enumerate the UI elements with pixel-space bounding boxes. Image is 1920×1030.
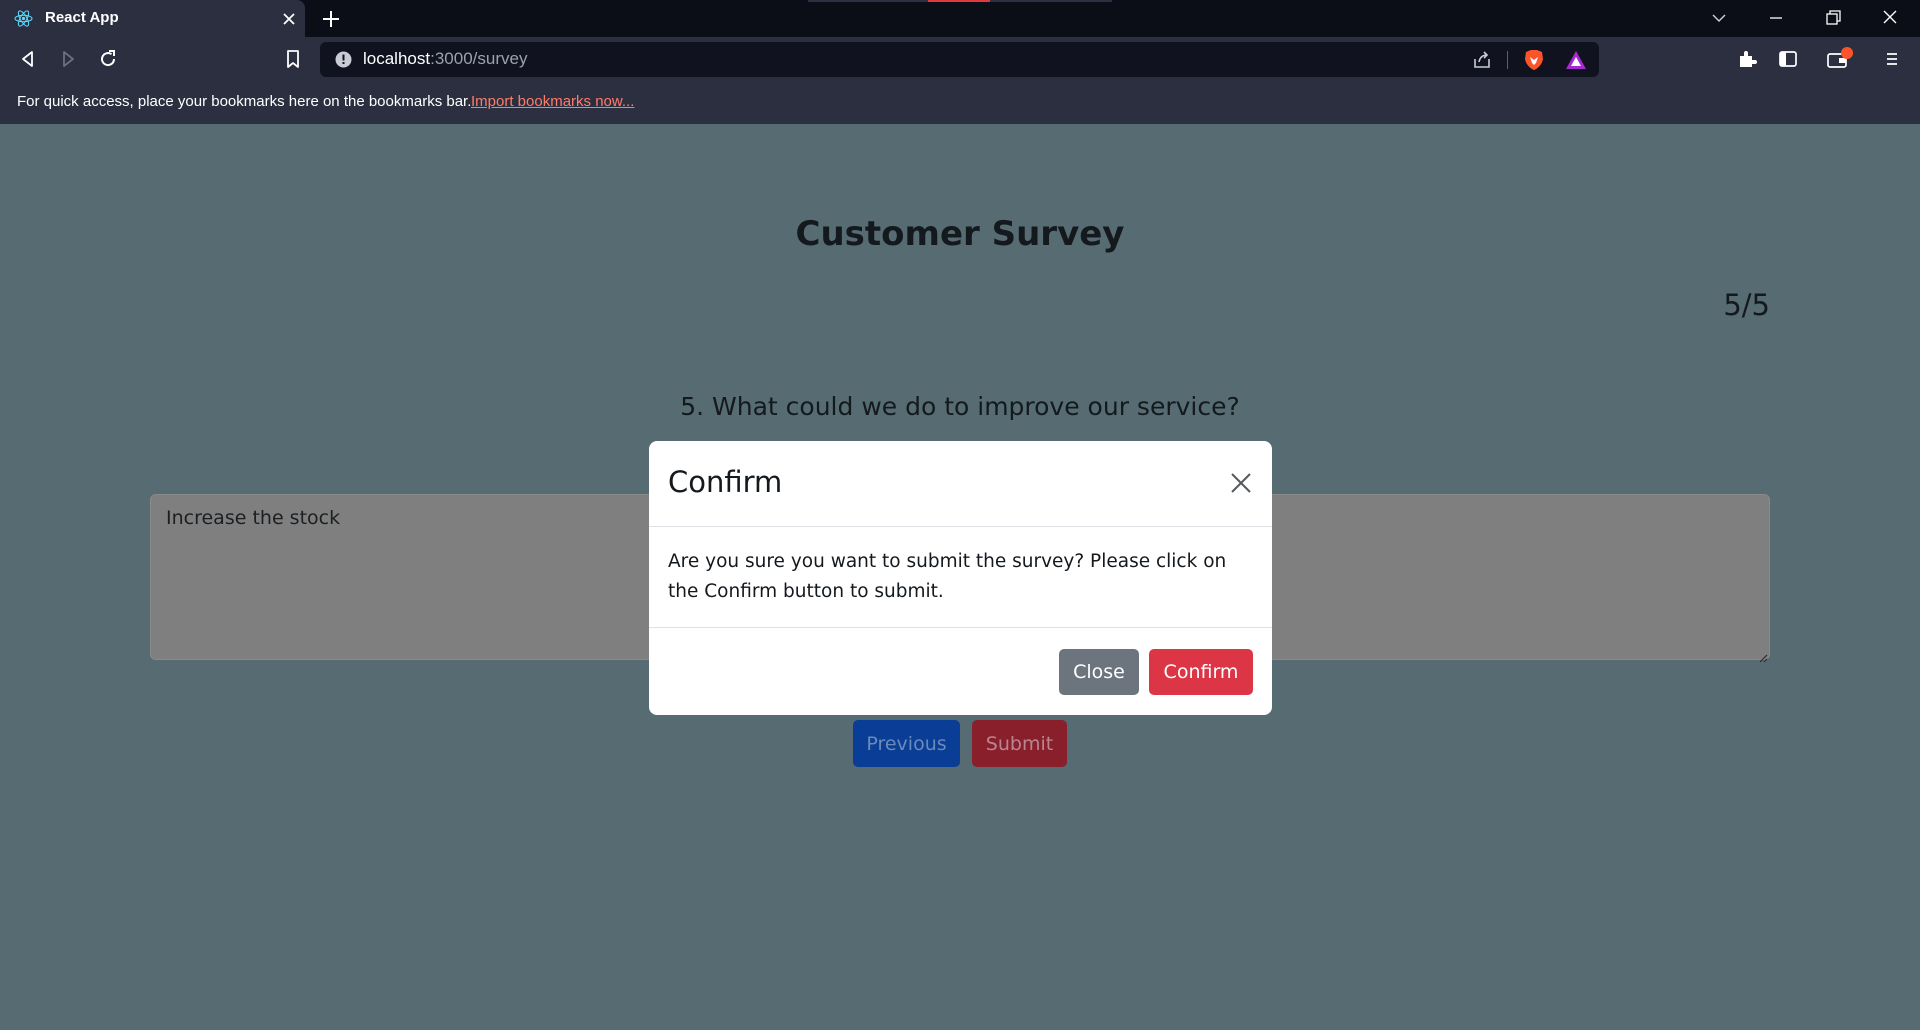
sidebar-icon[interactable] xyxy=(1776,47,1800,71)
restore-icon[interactable] xyxy=(1820,6,1846,30)
close-window-icon[interactable] xyxy=(1877,6,1903,30)
bookmarks-hint: For quick access, place your bookmarks h… xyxy=(17,93,472,110)
brave-shields-icon[interactable] xyxy=(1523,48,1545,72)
wallet-icon[interactable] xyxy=(1825,46,1855,70)
minimize-icon[interactable] xyxy=(1763,6,1789,30)
bookmarks-bar: For quick access, place your bookmarks h… xyxy=(0,82,1920,124)
close-button[interactable]: Close xyxy=(1059,649,1139,695)
modal-body-text: Are you sure you want to submit the surv… xyxy=(668,551,1227,602)
react-icon xyxy=(14,9,33,28)
bookmark-icon[interactable] xyxy=(281,47,305,71)
brave-rewards-icon[interactable] xyxy=(1564,49,1588,71)
share-icon[interactable] xyxy=(1471,49,1493,71)
resize-grip-icon[interactable] xyxy=(1758,648,1768,663)
page-title: Customer Survey xyxy=(795,214,1125,254)
url-text: localhost:3000/survey xyxy=(363,49,527,69)
browser-tab[interactable]: React App xyxy=(0,0,305,37)
tab-search-icon[interactable] xyxy=(1706,6,1732,30)
separator xyxy=(1507,51,1508,69)
confirm-button[interactable]: Confirm xyxy=(1149,649,1253,695)
tab-strip: React App xyxy=(0,0,1920,37)
menu-icon[interactable] xyxy=(1880,47,1904,71)
question-text: 5. What could we do to improve our servi… xyxy=(680,392,1240,421)
submit-button[interactable]: Submit xyxy=(972,720,1067,767)
url-path: :3000/survey xyxy=(430,49,528,68)
url-host: localhost xyxy=(363,49,431,68)
forward-icon[interactable] xyxy=(56,47,80,71)
question-progress: 5/5 xyxy=(1723,288,1770,322)
tab-title: React App xyxy=(45,9,119,26)
new-tab-icon[interactable] xyxy=(320,8,342,30)
import-bookmarks-link[interactable]: Import bookmarks now... xyxy=(471,93,634,110)
site-info-icon[interactable] xyxy=(334,50,353,69)
modal-title: Confirm xyxy=(668,465,783,499)
reload-icon[interactable] xyxy=(96,47,120,71)
modal-header: Confirm xyxy=(649,441,1272,527)
address-bar[interactable]: localhost:3000/survey xyxy=(320,42,1599,77)
browser-toolbar: localhost:3000/survey xyxy=(0,37,1920,82)
back-icon[interactable] xyxy=(16,47,40,71)
close-icon[interactable] xyxy=(1228,470,1254,496)
close-tab-icon[interactable] xyxy=(280,10,298,28)
tab-strip-indicator xyxy=(808,0,1112,2)
extensions-icon[interactable] xyxy=(1735,47,1759,71)
modal-footer: Close Confirm xyxy=(649,627,1272,715)
confirm-modal: Confirm Are you sure you want to submit … xyxy=(649,441,1272,715)
previous-button[interactable]: Previous xyxy=(853,720,960,767)
